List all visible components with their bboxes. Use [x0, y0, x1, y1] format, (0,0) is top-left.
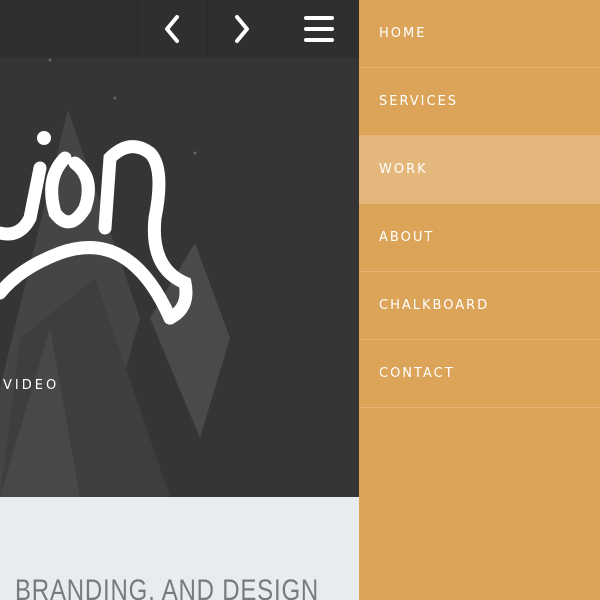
menu-item-home[interactable]: HOME — [359, 0, 600, 68]
menu-toggle-button[interactable] — [277, 0, 359, 58]
menu-item-work[interactable]: WORK — [359, 136, 600, 204]
next-button[interactable] — [207, 0, 276, 58]
chevron-right-icon — [235, 15, 249, 43]
menu-item-services[interactable]: SERVICES — [359, 68, 600, 136]
prev-button[interactable] — [137, 0, 206, 58]
menu-item-chalkboard[interactable]: CHALKBOARD — [359, 272, 600, 340]
content-section: BRANDING, AND DESIGN — [0, 497, 359, 600]
hamburger-icon — [303, 16, 334, 42]
menu-item-about[interactable]: ABOUT — [359, 204, 600, 272]
section-heading: BRANDING, AND DESIGN — [15, 574, 320, 600]
hero-subtitle: VIDEO — [3, 378, 60, 393]
script-logo — [0, 131, 193, 325]
top-bar — [0, 0, 359, 58]
chevron-left-icon — [165, 15, 179, 43]
hero-banner: VIDEO — [0, 58, 359, 497]
menu-item-contact[interactable]: CONTACT — [359, 340, 600, 408]
side-menu: HOME SERVICES WORK ABOUT CHALKBOARD CONT… — [359, 0, 600, 600]
